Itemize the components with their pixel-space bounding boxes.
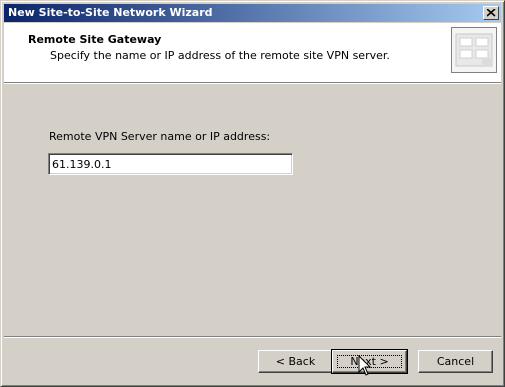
server-address-label: Remote VPN Server name or IP address: xyxy=(49,130,271,143)
wizard-header-icon xyxy=(451,27,497,73)
close-button[interactable] xyxy=(483,6,499,20)
server-address-input[interactable] xyxy=(48,153,293,175)
window-title: New Site-to-Site Network Wizard xyxy=(8,6,213,19)
close-icon xyxy=(487,9,496,17)
page-title: Remote Site Gateway xyxy=(28,33,162,46)
footer-divider-highlight xyxy=(4,337,501,338)
mouse-cursor-icon xyxy=(358,355,372,376)
header-divider xyxy=(4,83,501,84)
title-bar[interactable]: New Site-to-Site Network Wizard xyxy=(4,4,501,22)
page-subtitle: Specify the name or IP address of the re… xyxy=(50,49,390,62)
back-button[interactable]: < Back xyxy=(258,350,333,373)
wizard-window: New Site-to-Site Network Wizard Remote S… xyxy=(0,0,505,387)
wizard-header: Remote Site Gateway Specify the name or … xyxy=(4,23,501,83)
cancel-button[interactable]: Cancel xyxy=(418,350,493,373)
